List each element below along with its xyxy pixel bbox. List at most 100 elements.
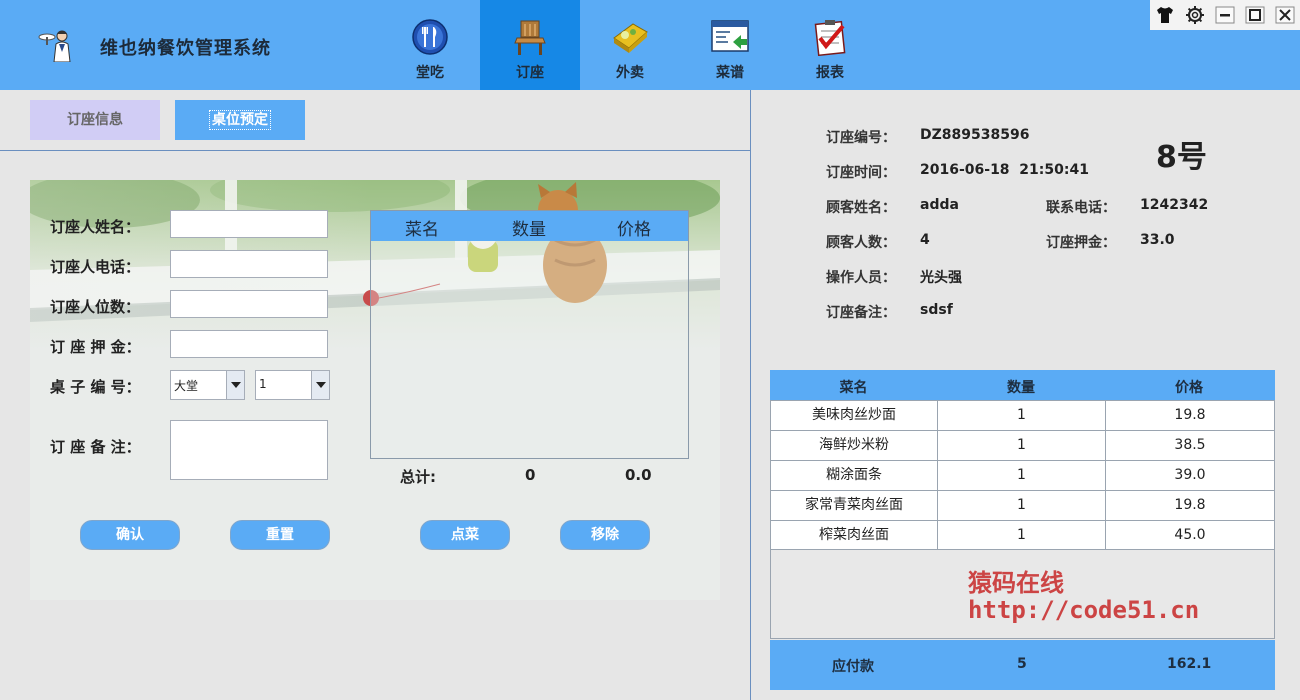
table-row[interactable]: 家常青菜肉丝面 1 19.8 [771,491,1274,521]
dish-col-name: 菜名 [405,220,439,240]
payment-label: 应付款 [832,659,874,675]
col-price: 价格 [1175,380,1203,396]
nav-report[interactable]: 报表 [780,0,880,90]
payment-count: 5 [1017,656,1027,672]
nav-label-dine-in: 堂吃 [416,65,444,81]
app-title: 维也纳餐饮管理系统 [100,38,271,59]
shirt-icon[interactable] [1153,3,1177,27]
reservation-time-label: 订座时间： [826,165,896,181]
table-row[interactable]: 海鲜炒米粉 1 38.5 [771,431,1274,461]
cell-qty: 1 [938,461,1106,490]
utensils-icon [412,19,448,55]
confirm-button[interactable]: 确认 [80,520,180,550]
cell-qty: 1 [938,491,1106,520]
dish-list-body [371,241,688,458]
cell-dish: 榨菜肉丝面 [771,521,938,550]
guest-count-input[interactable] [170,290,328,318]
tab-table-booking[interactable]: 桌位预定 [175,100,305,140]
dish-col-qty: 数量 [512,220,546,240]
nav-label-reservation: 订座 [516,65,544,81]
customer-name: adda [920,197,959,213]
table-select[interactable]: 1 [255,370,330,400]
cell-dish: 糊涂面条 [771,461,938,490]
total-price: 0.0 [625,466,652,484]
booking-form: 订座人姓名： 订座人电话： 订座人位数： 订 座 押 金： 桌 子 编 号： 大… [30,180,720,600]
contact-phone-label: 联系电话： [1046,200,1116,216]
nav-dine-in[interactable]: 堂吃 [380,0,480,90]
nav-takeout[interactable]: 外卖 [580,0,680,90]
table-body: 美味肉丝炒面 1 19.8 海鲜炒米粉 1 38.5 糊涂面条 1 39.0 家… [770,400,1275,551]
deposit-input[interactable] [170,330,328,358]
reservation-remark: sdsf [920,302,953,318]
nav-menu[interactable]: 菜谱 [680,0,780,90]
table-number-label: 桌 子 编 号： [50,378,141,396]
cell-dish: 家常青菜肉丝面 [771,491,938,520]
cell-price: 45.0 [1174,527,1206,543]
table-row[interactable]: 美味肉丝炒面 1 19.8 [771,401,1274,431]
reservation-no: DZ889538596 [920,127,1030,143]
dish-col-price: 价格 [617,220,651,240]
chair-icon [514,20,546,55]
window-controls [1150,0,1300,30]
cell-qty: 1 [938,431,1106,460]
nav-label-report: 报表 [816,65,844,81]
cell-dish: 海鲜炒米粉 [771,431,938,460]
chevron-down-icon [311,371,329,399]
gear-icon[interactable] [1183,3,1207,27]
name-label: 订座人姓名： [50,218,141,236]
nav-label-takeout: 外卖 [616,65,644,81]
watermark-url: http://code51.cn [968,596,1200,624]
maximize-icon[interactable] [1243,3,1267,27]
selected-dishes-list[interactable]: 菜名 数量 价格 [370,210,689,459]
total-count: 0 [525,466,536,484]
table-row[interactable]: 糊涂面条 1 39.0 [771,461,1274,491]
operator: 光头强 [920,270,962,286]
cell-price: 38.5 [1174,437,1206,453]
cell-dish: 美味肉丝炒面 [771,401,938,430]
table-row[interactable]: 榨菜肉丝面 1 45.0 [771,521,1274,551]
waiter-icon [38,30,71,62]
takeout-icon [613,23,648,53]
total-label: 总计: [400,468,436,486]
cell-qty: 1 [938,521,1106,550]
remark-textarea[interactable] [170,420,328,480]
customer-name-label: 顾客姓名： [826,200,896,216]
table-number: 8号 [1156,140,1207,175]
table-select-value: 1 [259,377,267,391]
divider [0,150,750,151]
name-input[interactable] [170,210,328,238]
chevron-down-icon [226,371,244,399]
report-icon [814,20,846,56]
reset-button[interactable]: 重置 [230,520,330,550]
dish-list-header: 菜名 数量 价格 [371,211,688,241]
cell-price: 19.8 [1174,497,1206,513]
top-bar: 维也纳餐饮管理系统 堂吃 订座 外卖 菜谱 报表 [0,0,1300,90]
customer-count-label: 顾客人数： [826,235,896,251]
reservation-deposit-label: 订座押金： [1046,235,1116,251]
phone-input[interactable] [170,250,328,278]
phone-label: 订座人电话： [50,258,141,276]
reservation-detail-panel: 订座编号： DZ889538596 订座时间： 2016-06-18 21:50… [751,90,1300,700]
reservation-deposit: 33.0 [1140,232,1175,248]
customer-count: 4 [920,232,930,248]
payment-amount: 162.1 [1167,656,1212,672]
nav-reservation[interactable]: 订座 [480,0,580,90]
reservation-remark-label: 订座备注： [826,305,896,321]
deposit-label: 订 座 押 金： [50,338,141,356]
minimize-icon[interactable] [1213,3,1237,27]
area-select[interactable]: 大堂 [170,370,245,400]
reservation-form-panel: 订座信息 桌位预定 订座人姓名： 订座人电话： 订座人位数： 订 座 押 金： … [0,90,750,700]
watermark-title: 猿码在线 [968,568,1064,597]
reservation-time: 2016-06-18 21:50:41 [920,162,1089,178]
col-dish-name: 菜名 [839,380,868,396]
col-quantity: 数量 [1007,380,1035,396]
order-dish-button[interactable]: 点菜 [420,520,510,550]
contact-phone: 1242342 [1140,197,1209,213]
tab-reservation-info[interactable]: 订座信息 [30,100,160,140]
menu-icon [711,20,749,52]
remove-dish-button[interactable]: 移除 [560,520,650,550]
cell-price: 19.8 [1174,407,1206,423]
tab-table-booking-label: 桌位预定 [209,110,271,130]
operator-label: 操作人员： [826,270,896,286]
close-icon[interactable] [1273,3,1297,27]
